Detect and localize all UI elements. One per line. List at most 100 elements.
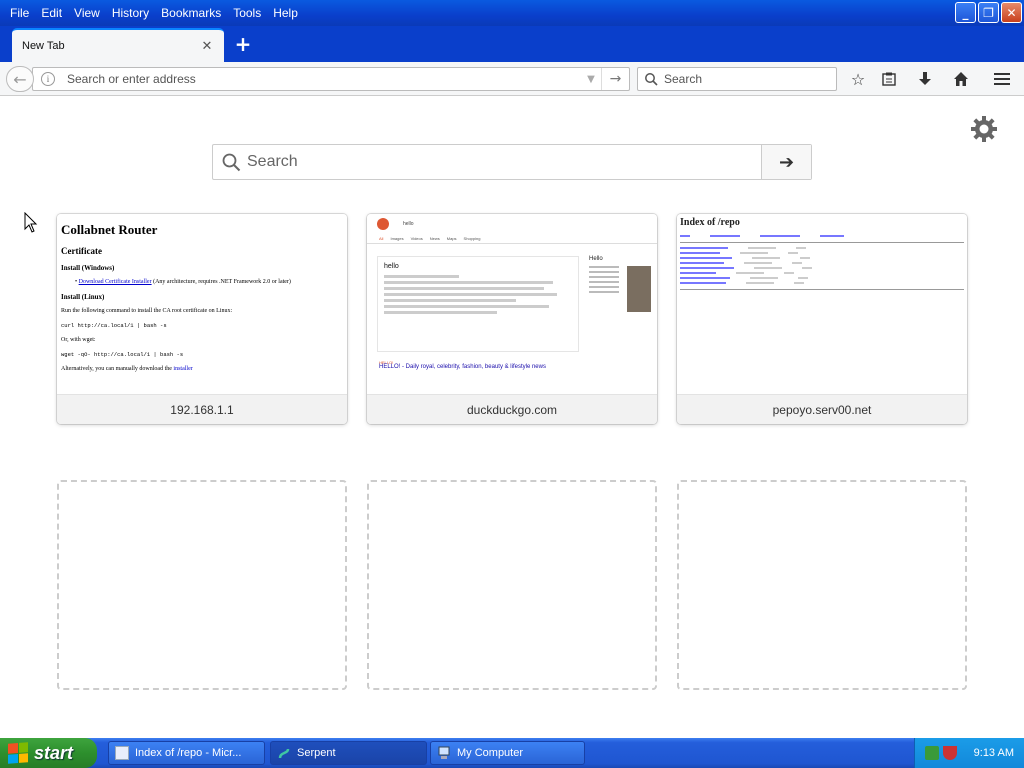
- windows-flag-icon: [8, 742, 28, 764]
- close-window-button[interactable]: ✕: [1001, 2, 1022, 23]
- window-controls: _ ❐ ✕: [955, 2, 1022, 23]
- menu-tools[interactable]: Tools: [227, 6, 267, 20]
- clock[interactable]: 9:13 AM: [974, 747, 1014, 759]
- thumb-query: hello: [403, 221, 414, 227]
- thumb-tab: News: [429, 236, 440, 241]
- info-icon[interactable]: i: [41, 72, 55, 86]
- gear-icon[interactable]: [970, 115, 998, 143]
- history-dropdown-icon[interactable]: ▼: [581, 74, 601, 85]
- empty-tile-slot[interactable]: [367, 480, 657, 690]
- menu-bar: File Edit View History Bookmarks Tools H…: [0, 0, 1024, 26]
- menu-file[interactable]: File: [4, 6, 35, 20]
- empty-tile-slot[interactable]: [57, 480, 347, 690]
- menu-view[interactable]: View: [68, 6, 106, 20]
- serpent-icon: [278, 748, 290, 759]
- thumb-tab: Shopping: [463, 236, 481, 241]
- tile-thumbnail: Collabnet Router Certificate Install (Wi…: [57, 214, 347, 394]
- newtab-search-box[interactable]: ➔: [212, 144, 812, 180]
- go-arrow-icon[interactable]: →: [601, 68, 629, 90]
- mouse-cursor-icon: [24, 212, 38, 233]
- tray-icons: [925, 746, 957, 760]
- arrow-right-icon: ➔: [778, 151, 795, 173]
- tab-title: New Tab: [22, 40, 65, 52]
- new-tab-button[interactable]: +: [232, 32, 254, 56]
- taskbar-item-label: My Computer: [457, 747, 524, 759]
- tile-thumbnail: hello All Images Videos News Maps Shoppi…: [367, 214, 657, 394]
- download-arrow-icon: [919, 72, 931, 85]
- taskbar-item-label: Index of /repo - Micr...: [135, 747, 242, 759]
- ie-window-icon: [115, 746, 129, 760]
- thumb-tab: All: [379, 236, 384, 241]
- tile-label: duckduckgo.com: [367, 394, 657, 424]
- thumb-text: Alternatively, you can manually download…: [61, 366, 343, 373]
- taskbar-item-label: Serpent: [297, 747, 336, 759]
- network-icon[interactable]: [925, 746, 939, 760]
- tab-strip: New Tab ✕ +: [0, 26, 1024, 62]
- bookmark-star-icon[interactable]: ☆: [846, 68, 870, 90]
- thumb-section-linux: Install (Linux): [61, 293, 105, 301]
- clipboard-icon: [882, 72, 896, 86]
- thumb-code: curl http://ca.local/1 | bash -s: [61, 322, 167, 330]
- start-button[interactable]: start: [0, 738, 97, 768]
- thumb-alt-text: Alternatively, you can manually download…: [61, 366, 174, 373]
- restore-button[interactable]: ❐: [978, 2, 999, 23]
- tab-new-tab[interactable]: New Tab ✕: [12, 28, 224, 62]
- menu-list: File Edit View History Bookmarks Tools H…: [0, 0, 304, 26]
- thumb-text: Run the following command to install the…: [61, 308, 233, 314]
- thumb-side-image: [627, 266, 651, 312]
- downloads-icon[interactable]: [913, 68, 937, 90]
- thumb-list-item: • Download Certificate Installer (Any ar…: [75, 279, 291, 285]
- thumb-heading: Index of /repo: [680, 217, 740, 228]
- thumb-tab: Maps: [446, 236, 457, 241]
- thumb-tab: Videos: [410, 236, 423, 241]
- duckduckgo-logo-icon: [377, 218, 389, 230]
- computer-icon: [438, 746, 450, 759]
- minimize-button[interactable]: _: [955, 2, 976, 23]
- house-icon: [954, 72, 968, 86]
- search-icon: [645, 73, 658, 86]
- thumb-side-word: Hello: [589, 256, 603, 262]
- thumb-code: wget -qO- http://ca.local/1 | bash -s: [61, 351, 184, 359]
- url-input[interactable]: [67, 72, 581, 86]
- thumb-side-panel: Hello: [589, 256, 653, 352]
- tab-close-icon[interactable]: ✕: [200, 39, 214, 54]
- menu-edit[interactable]: Edit: [35, 6, 68, 20]
- tile-thumbnail: Index of /repo: [677, 214, 967, 394]
- search-bar[interactable]: [637, 67, 837, 91]
- close-icon: ✕: [1006, 5, 1017, 20]
- plus-icon: +: [234, 32, 252, 56]
- menu-lines-icon: [994, 73, 1010, 85]
- menu-help[interactable]: Help: [267, 6, 304, 20]
- top-site-tile[interactable]: hello All Images Videos News Maps Shoppi…: [367, 214, 657, 424]
- menu-bookmarks[interactable]: Bookmarks: [155, 6, 227, 20]
- thumb-tabs: All Images Videos News Maps Shopping: [367, 234, 657, 244]
- thumb-tab: Images: [390, 236, 404, 241]
- top-site-tile[interactable]: Index of /repo pepoyo.serv00.net: [677, 214, 967, 424]
- search-icon: [222, 153, 241, 172]
- security-shield-icon[interactable]: [943, 746, 957, 760]
- navigation-toolbar: i ▼ → ← ☆: [0, 62, 1024, 96]
- taskbar: start Index of /repo - Micr... Serpent M…: [0, 738, 1024, 768]
- empty-tile-slot[interactable]: [677, 480, 967, 690]
- hamburger-menu-icon[interactable]: [990, 68, 1014, 90]
- thumb-heading: Collabnet Router: [61, 222, 158, 237]
- thumb-link: installer: [173, 366, 193, 373]
- new-tab-page: ➔ Collabnet Router Certificate Install (…: [0, 97, 1024, 738]
- bookmarks-menu-icon[interactable]: [877, 68, 901, 90]
- home-icon[interactable]: [949, 68, 973, 90]
- menu-history[interactable]: History: [106, 6, 155, 20]
- search-input[interactable]: [664, 72, 836, 86]
- taskbar-item-index-repo[interactable]: Index of /repo - Micr...: [108, 741, 265, 765]
- start-label: start: [34, 742, 74, 763]
- url-bar[interactable]: i ▼ →: [32, 67, 630, 91]
- system-tray: 9:13 AM: [914, 738, 1024, 768]
- thumb-link: Download Certificate Installer: [78, 279, 152, 285]
- thumb-text: (Any architecture, requires .NET Framewo…: [151, 279, 291, 285]
- taskbar-item-my-computer[interactable]: My Computer: [430, 741, 585, 765]
- thumb-result: HELLO! - Daily royal, celebrity, fashion…: [379, 364, 546, 370]
- back-button[interactable]: ←: [6, 66, 34, 92]
- newtab-search-input[interactable]: [247, 153, 761, 171]
- taskbar-item-serpent[interactable]: Serpent: [270, 741, 427, 765]
- top-site-tile[interactable]: Collabnet Router Certificate Install (Wi…: [57, 214, 347, 424]
- newtab-search-go-button[interactable]: ➔: [761, 145, 811, 179]
